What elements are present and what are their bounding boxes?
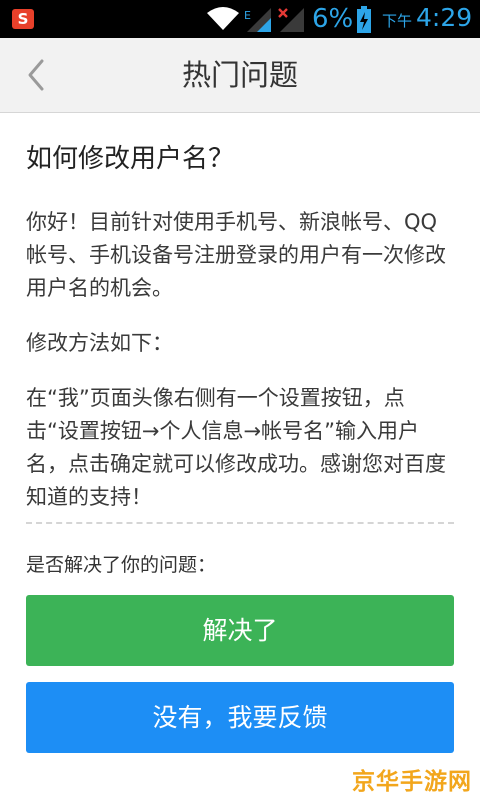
clock-time: 4:29 — [416, 3, 473, 32]
battery-charging-icon — [357, 6, 371, 33]
app-notification-icon: S — [12, 9, 34, 29]
clock: 下午 4:29 — [382, 3, 472, 32]
nav-bar: 热门问题 — [0, 38, 480, 113]
signal-strength-icon: E — [244, 8, 271, 32]
battery-percent: 6% — [312, 4, 354, 34]
page-title: 热门问题 — [181, 58, 298, 92]
feedback-prompt: 是否解决了你的问题： — [26, 554, 217, 576]
chevron-left-icon — [28, 59, 44, 91]
feedback-button[interactable]: 没有，我要反馈 — [26, 682, 454, 753]
back-button[interactable] — [22, 56, 58, 94]
svg-text:E: E — [244, 9, 251, 22]
resolved-button[interactable]: 解决了 — [26, 595, 454, 666]
answer-paragraph: 你好！目前针对使用手机号、新浪帐号、QQ帐号、手机设备号注册登录的用户有一次修改… — [26, 210, 446, 300]
question-title: 如何修改用户名？ — [26, 144, 235, 174]
clock-ampm: 下午 — [382, 12, 413, 30]
wifi-icon — [207, 7, 239, 30]
signal-no-service-icon — [278, 8, 304, 32]
answer-content: 如何修改用户名？ 你好！目前针对使用手机号、新浪帐号、QQ帐号、手机设备号注册登… — [26, 140, 456, 536]
status-bar: S E 6% 下午 4:29 — [0, 0, 480, 38]
site-watermark: 京华手游网 — [352, 769, 472, 795]
answer-paragraph: 修改方法如下： — [26, 331, 173, 355]
dashed-divider — [26, 522, 454, 524]
answer-paragraph: 在“我”页面头像右侧有一个设置按钮，点击“设置按钮→个人信息→帐号名”输入用户名… — [26, 386, 446, 509]
